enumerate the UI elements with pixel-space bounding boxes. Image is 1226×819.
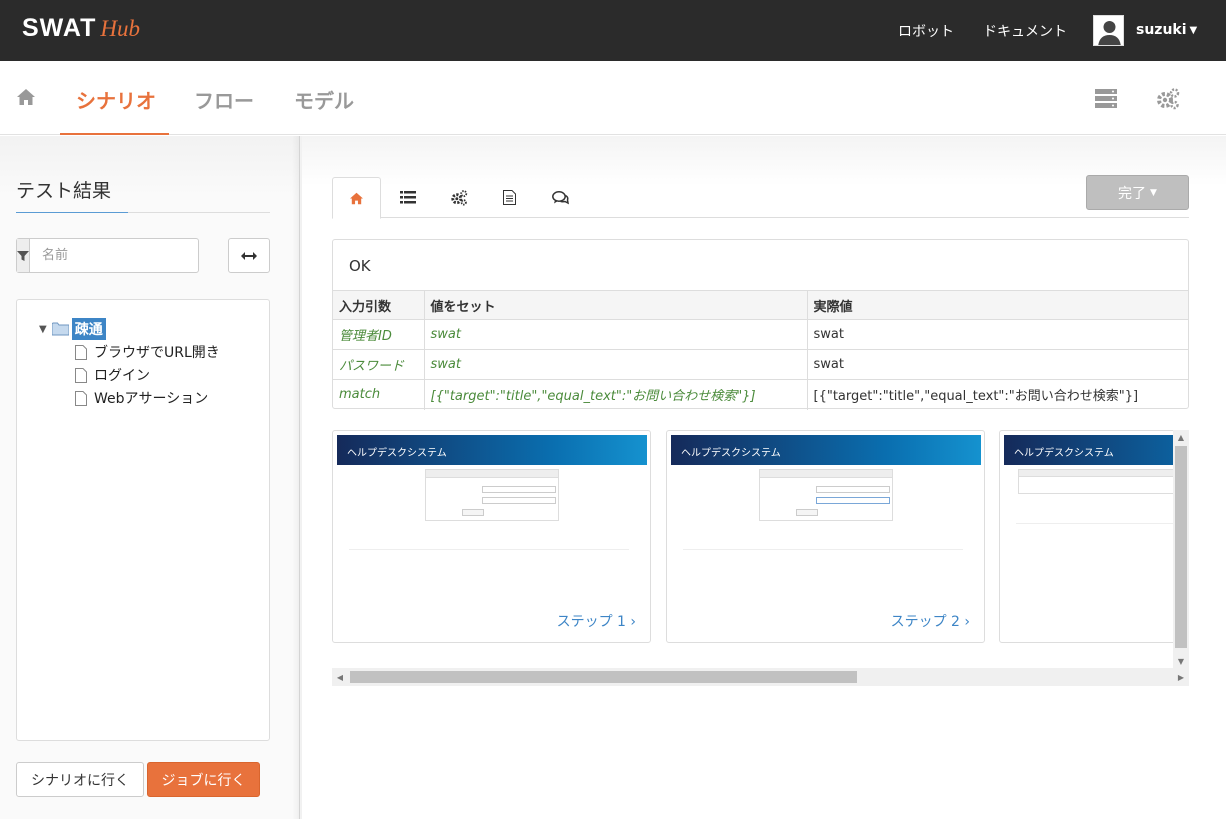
logo-sub: Hub bbox=[100, 16, 140, 41]
table-cell: swat bbox=[424, 349, 808, 380]
step-link[interactable]: ステップ 1 › bbox=[557, 611, 636, 631]
section-nav: シナリオ フロー モデル bbox=[0, 61, 1226, 135]
collapse-arrow-icon[interactable]: ▼ bbox=[39, 324, 47, 335]
scroll-up-icon[interactable]: ▲ bbox=[1173, 430, 1189, 444]
scroll-left-icon[interactable]: ◀ bbox=[332, 668, 348, 686]
top-bar: SWAT Hub ロボット ドキュメント suzuki ▼ bbox=[0, 0, 1226, 61]
file-icon bbox=[75, 344, 87, 360]
tab-list[interactable] bbox=[383, 177, 432, 218]
filter-box bbox=[16, 238, 212, 273]
app-logo[interactable]: SWAT Hub bbox=[22, 14, 140, 44]
screenshot-strip: ヘルプデスクシステム ステップ 1 › ヘルプデスクシステム ステップ 2 › … bbox=[332, 430, 1189, 686]
horizontal-scrollbar[interactable]: ◀ ▶ bbox=[332, 668, 1189, 686]
nav-robot-link[interactable]: ロボット bbox=[898, 0, 954, 61]
tree-item-label: ブラウザでURL開き bbox=[94, 345, 220, 361]
tab-model[interactable]: モデル bbox=[294, 85, 354, 114]
screenshot-card[interactable]: ヘルプデスクシステム ステップ 1 › bbox=[332, 430, 651, 643]
user-menu[interactable]: suzuki ▼ bbox=[1093, 14, 1197, 46]
tab-scenario[interactable]: シナリオ bbox=[76, 85, 156, 114]
table-row: パスワード swat swat bbox=[333, 349, 1188, 380]
comments-icon bbox=[552, 190, 569, 204]
result-panel: OK 入力引数 値をセット 実際値 管理者ID swat swat パスワード … bbox=[332, 239, 1189, 410]
user-silhouette-icon bbox=[1098, 20, 1121, 45]
test-tree: ▼ 疎通 ブラウザでURL開き ログイン Webアサーション bbox=[16, 299, 270, 741]
column-header: 実際値 bbox=[807, 290, 1188, 320]
main-content: 完了 ▼ OK 入力引数 値をセット 実際値 管理者ID swat swat パ… bbox=[302, 136, 1226, 819]
step-link[interactable]: ステップ 2 › bbox=[891, 611, 970, 631]
table-cell: match bbox=[333, 379, 425, 410]
scroll-thumb[interactable] bbox=[350, 671, 857, 683]
scroll-thumb[interactable] bbox=[1175, 446, 1187, 648]
file-icon bbox=[75, 367, 87, 383]
horizontal-arrows-icon bbox=[241, 251, 257, 260]
tab-comments[interactable] bbox=[536, 177, 585, 218]
vertical-scrollbar[interactable]: ▲ ▼ bbox=[1173, 430, 1189, 668]
tree-item[interactable]: ログイン bbox=[75, 365, 150, 385]
tab-home[interactable] bbox=[332, 177, 381, 219]
screenshot-header: ヘルプデスクシステム bbox=[337, 435, 647, 465]
title-underline bbox=[16, 212, 128, 213]
detail-tabs bbox=[332, 177, 1189, 219]
table-cell: [{"target":"title","equal_text":"お問い合わせ検… bbox=[807, 379, 1188, 410]
home-icon bbox=[350, 192, 363, 204]
search-input[interactable] bbox=[30, 239, 212, 272]
caret-down-icon: ▼ bbox=[1150, 187, 1157, 198]
screenshot-header: ヘルプデスクシステム bbox=[671, 435, 981, 465]
scroll-right-icon[interactable]: ▶ bbox=[1173, 668, 1189, 686]
tree-item-label: ログイン bbox=[94, 368, 150, 384]
expand-button[interactable] bbox=[228, 238, 270, 273]
tree-item[interactable]: ブラウザでURL開き bbox=[75, 342, 220, 362]
nav-docs-link[interactable]: ドキュメント bbox=[983, 0, 1067, 61]
column-header: 入力引数 bbox=[333, 290, 425, 320]
table-cell: 管理者ID bbox=[333, 319, 425, 350]
logo-main: SWAT bbox=[22, 14, 97, 42]
tab-flow[interactable]: フロー bbox=[194, 85, 254, 114]
folder-icon bbox=[51, 322, 69, 336]
table-cell: swat bbox=[807, 349, 1188, 380]
tree-item[interactable]: Webアサーション bbox=[75, 388, 208, 408]
home-icon[interactable] bbox=[16, 88, 36, 110]
result-status: OK bbox=[349, 257, 371, 275]
screenshot-card[interactable]: ヘルプデスクシステム ステップ 2 › bbox=[666, 430, 985, 643]
filter-icon bbox=[17, 239, 30, 272]
gears-icon bbox=[450, 189, 467, 205]
table-cell: [{"target":"title","equal_text":"お問い合わせ検… bbox=[424, 379, 808, 410]
screenshot-header: ヘルプデスクシステム bbox=[1004, 435, 1189, 465]
screenshot-login-form bbox=[425, 469, 559, 521]
panel-title: テスト結果 bbox=[16, 180, 112, 202]
server-icon[interactable] bbox=[1095, 88, 1117, 112]
tree-item-label: Webアサーション bbox=[94, 391, 209, 407]
scroll-down-icon[interactable]: ▼ bbox=[1173, 654, 1189, 668]
go-job-button[interactable]: ジョブに行く bbox=[147, 762, 260, 797]
tab-document[interactable] bbox=[485, 177, 534, 218]
document-icon bbox=[503, 190, 516, 205]
done-label: 完了 bbox=[1118, 185, 1147, 202]
gears-icon[interactable] bbox=[1156, 88, 1180, 114]
left-panel: テスト結果 ▼ 疎通 ブラウザでURL開き ログイン Webアサーション シナリ… bbox=[0, 136, 300, 819]
table-cell: swat bbox=[807, 319, 1188, 350]
table-row: match [{"target":"title","equal_text":"お… bbox=[333, 379, 1188, 410]
table-cell: swat bbox=[424, 319, 808, 350]
tree-root-node[interactable]: ▼ 疎通 bbox=[39, 318, 106, 340]
column-header: 値をセット bbox=[424, 290, 808, 320]
username: suzuki bbox=[1136, 22, 1187, 38]
done-button[interactable]: 完了 ▼ bbox=[1086, 175, 1189, 210]
caret-down-icon: ▼ bbox=[1189, 24, 1198, 36]
table-cell: パスワード bbox=[333, 349, 425, 380]
tab-settings[interactable] bbox=[434, 177, 483, 218]
tree-root-label: 疎通 bbox=[71, 318, 106, 340]
screenshot-card[interactable]: ヘルプデスクシステム bbox=[999, 430, 1189, 643]
list-icon bbox=[399, 191, 416, 204]
screenshot-login-form bbox=[759, 469, 893, 521]
go-scenario-button[interactable]: シナリオに行く bbox=[16, 762, 144, 797]
arguments-table: 入力引数 値をセット 実際値 管理者ID swat swat パスワード swa… bbox=[333, 290, 1188, 410]
table-header-row: 入力引数 値をセット 実際値 bbox=[333, 290, 1188, 320]
panel-shadow bbox=[292, 136, 302, 819]
file-icon bbox=[75, 390, 87, 406]
active-tab-indicator bbox=[60, 133, 169, 135]
avatar bbox=[1093, 14, 1124, 46]
table-row: 管理者ID swat swat bbox=[333, 319, 1188, 350]
